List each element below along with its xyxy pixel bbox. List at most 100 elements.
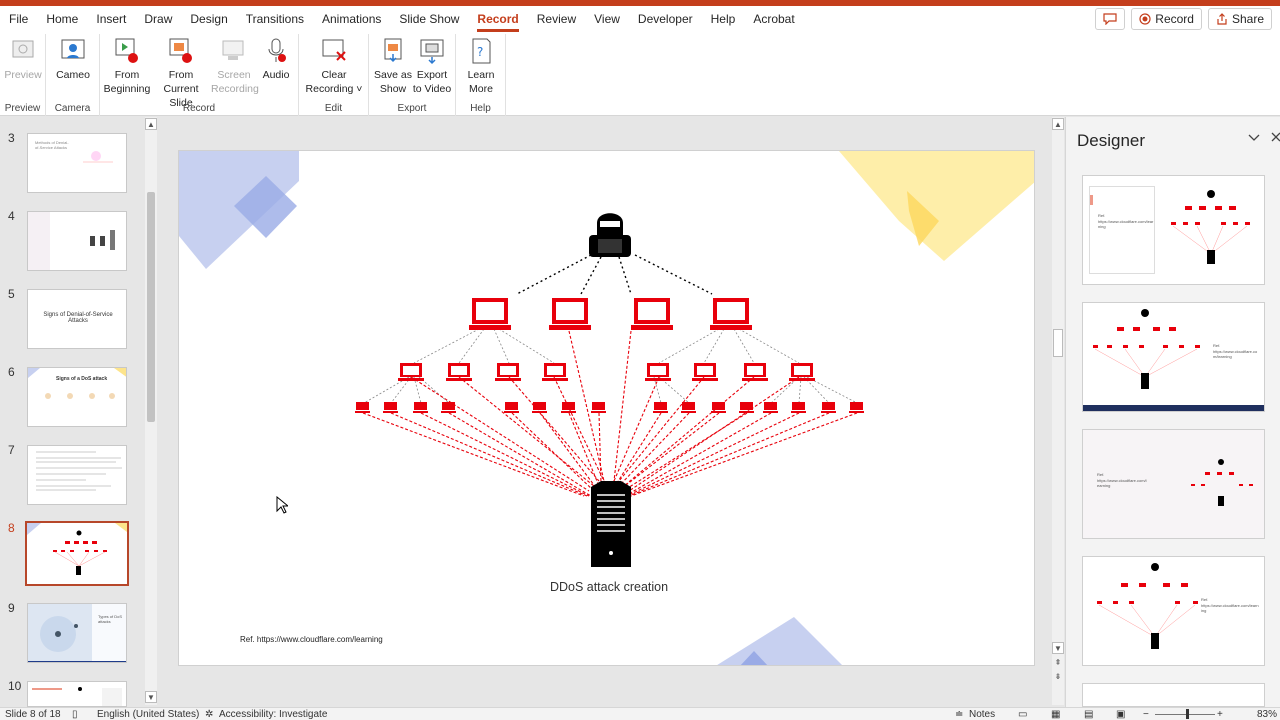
accessibility-status[interactable]: Accessibility: Investigate (219, 709, 327, 720)
design-idea-diagram (1191, 459, 1253, 506)
language-indicator[interactable]: English (United States) (97, 709, 199, 720)
thumbnail-scrollbar[interactable] (145, 117, 157, 705)
tab-review[interactable]: Review (528, 6, 585, 34)
tier3-laptops (355, 402, 864, 413)
slide-thumbnail-4[interactable] (27, 211, 127, 271)
scroll-up-arrow[interactable]: ▲ (145, 118, 157, 130)
thumb-diagram (28, 212, 115, 270)
learn-more-icon: ? (472, 38, 491, 64)
slide-sorter-icon[interactable]: ▦ (1051, 709, 1060, 720)
export-to-video-label-1: Export (416, 69, 448, 81)
export-to-video-button[interactable]: Export to Video (411, 36, 453, 96)
design-idea-4[interactable]: Ref. https://www.cloudflare.com/learning (1082, 556, 1265, 666)
slide-thumbnail-6[interactable]: Signs of a DoS attack (27, 367, 127, 427)
zoom-slider[interactable] (1155, 714, 1215, 715)
group-help: ? Learn More Help (456, 34, 506, 116)
slide-thumbnail-10[interactable] (27, 681, 127, 707)
record-group-label: Record (182, 103, 216, 114)
normal-view-icon[interactable]: ▭ (1018, 709, 1027, 720)
tab-slide-show[interactable]: Slide Show (390, 6, 468, 34)
record-button[interactable]: Record (1131, 8, 1202, 30)
slide-number: 9 (8, 601, 15, 615)
learn-more-label-1: Learn (467, 69, 495, 81)
learn-more-button[interactable]: ? Learn More (461, 36, 501, 96)
slide-number: 6 (8, 365, 15, 379)
zoom-level[interactable]: 83% (1257, 709, 1277, 720)
thumb-diagram (28, 604, 126, 662)
audio-button[interactable]: Audio (257, 36, 295, 82)
share-button[interactable]: Share (1207, 8, 1272, 30)
tab-developer[interactable]: Developer (629, 6, 702, 34)
design-idea-ref: Ref. (1098, 213, 1106, 218)
record-from-current-button[interactable]: From Current Slide (151, 36, 211, 110)
notes-button[interactable]: Notes (969, 709, 995, 720)
slide-number: 10 (8, 679, 22, 693)
design-idea-5[interactable] (1082, 683, 1265, 707)
cameo-button[interactable]: Cameo (52, 36, 94, 82)
scrollbar-thumb[interactable] (147, 192, 155, 422)
chevron-down-icon[interactable] (1248, 133, 1260, 143)
slide-caption: DDoS attack creation (549, 580, 669, 594)
tab-file[interactable]: File (0, 6, 37, 34)
slide-thumbnail-9[interactable]: Types of DoS attacks (27, 603, 127, 663)
tab-transitions[interactable]: Transitions (237, 6, 313, 34)
thumb-diagram (27, 523, 127, 575)
thumb-text-lines (36, 451, 122, 491)
tab-help[interactable]: Help (702, 6, 745, 34)
edit-scrollbar[interactable] (1052, 117, 1064, 705)
reading-view-icon[interactable]: ▤ (1084, 709, 1093, 720)
spelling-icon[interactable]: ▯ (72, 709, 78, 720)
slide-number: 8 (8, 521, 15, 535)
tier-link-lines (363, 328, 858, 404)
accent-bar (1090, 195, 1093, 205)
zoom-in-button[interactable]: + (1217, 709, 1223, 720)
tab-acrobat[interactable]: Acrobat (744, 6, 803, 34)
tab-draw[interactable]: Draw (135, 6, 181, 34)
slide-thumbnail-3[interactable]: Methods of Denial-of-Service Attacks (27, 133, 127, 193)
thumb-diagram (32, 687, 122, 706)
tab-animations[interactable]: Animations (313, 6, 390, 34)
slide-number: 4 (8, 209, 15, 223)
edit-scroll-thumb[interactable] (1053, 329, 1063, 357)
design-idea-1[interactable]: Ref. https://www.cloudflare.com/learning (1082, 175, 1265, 285)
scroll-down-arrow[interactable]: ▼ (145, 691, 157, 703)
tab-insert[interactable]: Insert (87, 6, 135, 34)
ribbon-tab-bar: File Home Insert Draw Design Transitions… (0, 6, 1280, 34)
save-as-show-button[interactable]: Save as Show (373, 36, 413, 96)
screen-recording-icon (222, 40, 244, 60)
tab-home[interactable]: Home (37, 6, 87, 34)
record-from-beginning-button[interactable]: From Beginning (103, 36, 151, 96)
edit-scroll-down[interactable]: ▼ (1052, 642, 1064, 654)
hacker-icon (589, 213, 631, 257)
tab-design[interactable]: Design (181, 6, 236, 34)
slide-show-icon[interactable]: ▣ (1116, 709, 1125, 720)
tab-view[interactable]: View (585, 6, 629, 34)
close-icon[interactable] (1270, 131, 1280, 143)
design-idea-3[interactable]: Ref. https://www.cloudflare.com/learning (1082, 429, 1265, 539)
yellow-corner-shape (839, 151, 1034, 261)
tier1-laptops (469, 298, 752, 330)
slide-canvas[interactable]: DDoS attack creation Ref. https://www.cl… (178, 150, 1035, 666)
previous-slide-button[interactable]: ⇞ (1052, 657, 1064, 669)
slide-number: 3 (8, 131, 15, 145)
export-to-video-label-2: to Video (412, 83, 452, 95)
screen-recording-label-1: Screen (217, 69, 251, 81)
screen-recording-label-2: Recording (211, 83, 259, 95)
slide-thumbnail-8[interactable] (25, 521, 129, 586)
tab-record[interactable]: Record (468, 6, 527, 34)
export-group-label: Export (397, 103, 427, 114)
zoom-out-button[interactable]: − (1143, 709, 1149, 720)
comments-button[interactable] (1095, 8, 1126, 30)
design-idea-text-box: Ref. https://www.cloudflare.com/learning (1089, 186, 1155, 274)
slide-thumbnail-5[interactable]: Signs of Denial-of-Service Attacks (27, 289, 127, 349)
slide-thumbnail-7[interactable] (27, 445, 127, 505)
edit-scroll-up[interactable]: ▲ (1052, 118, 1064, 130)
group-record: From Beginning From Current Slide Screen… (100, 34, 299, 116)
design-idea-url: https://www.cloudflare.com/learning (1097, 478, 1147, 488)
screen-recording-button[interactable]: Screen Recording (211, 36, 259, 96)
design-idea-2[interactable]: Ref. https://www.cloudflare.com/learning (1082, 302, 1265, 412)
preview-button[interactable]: Preview (4, 36, 42, 82)
next-slide-button[interactable]: ⇟ (1052, 671, 1064, 683)
clear-recording-button[interactable]: Clear Recording ˅ (305, 36, 363, 96)
zoom-slider-thumb[interactable] (1186, 709, 1189, 719)
